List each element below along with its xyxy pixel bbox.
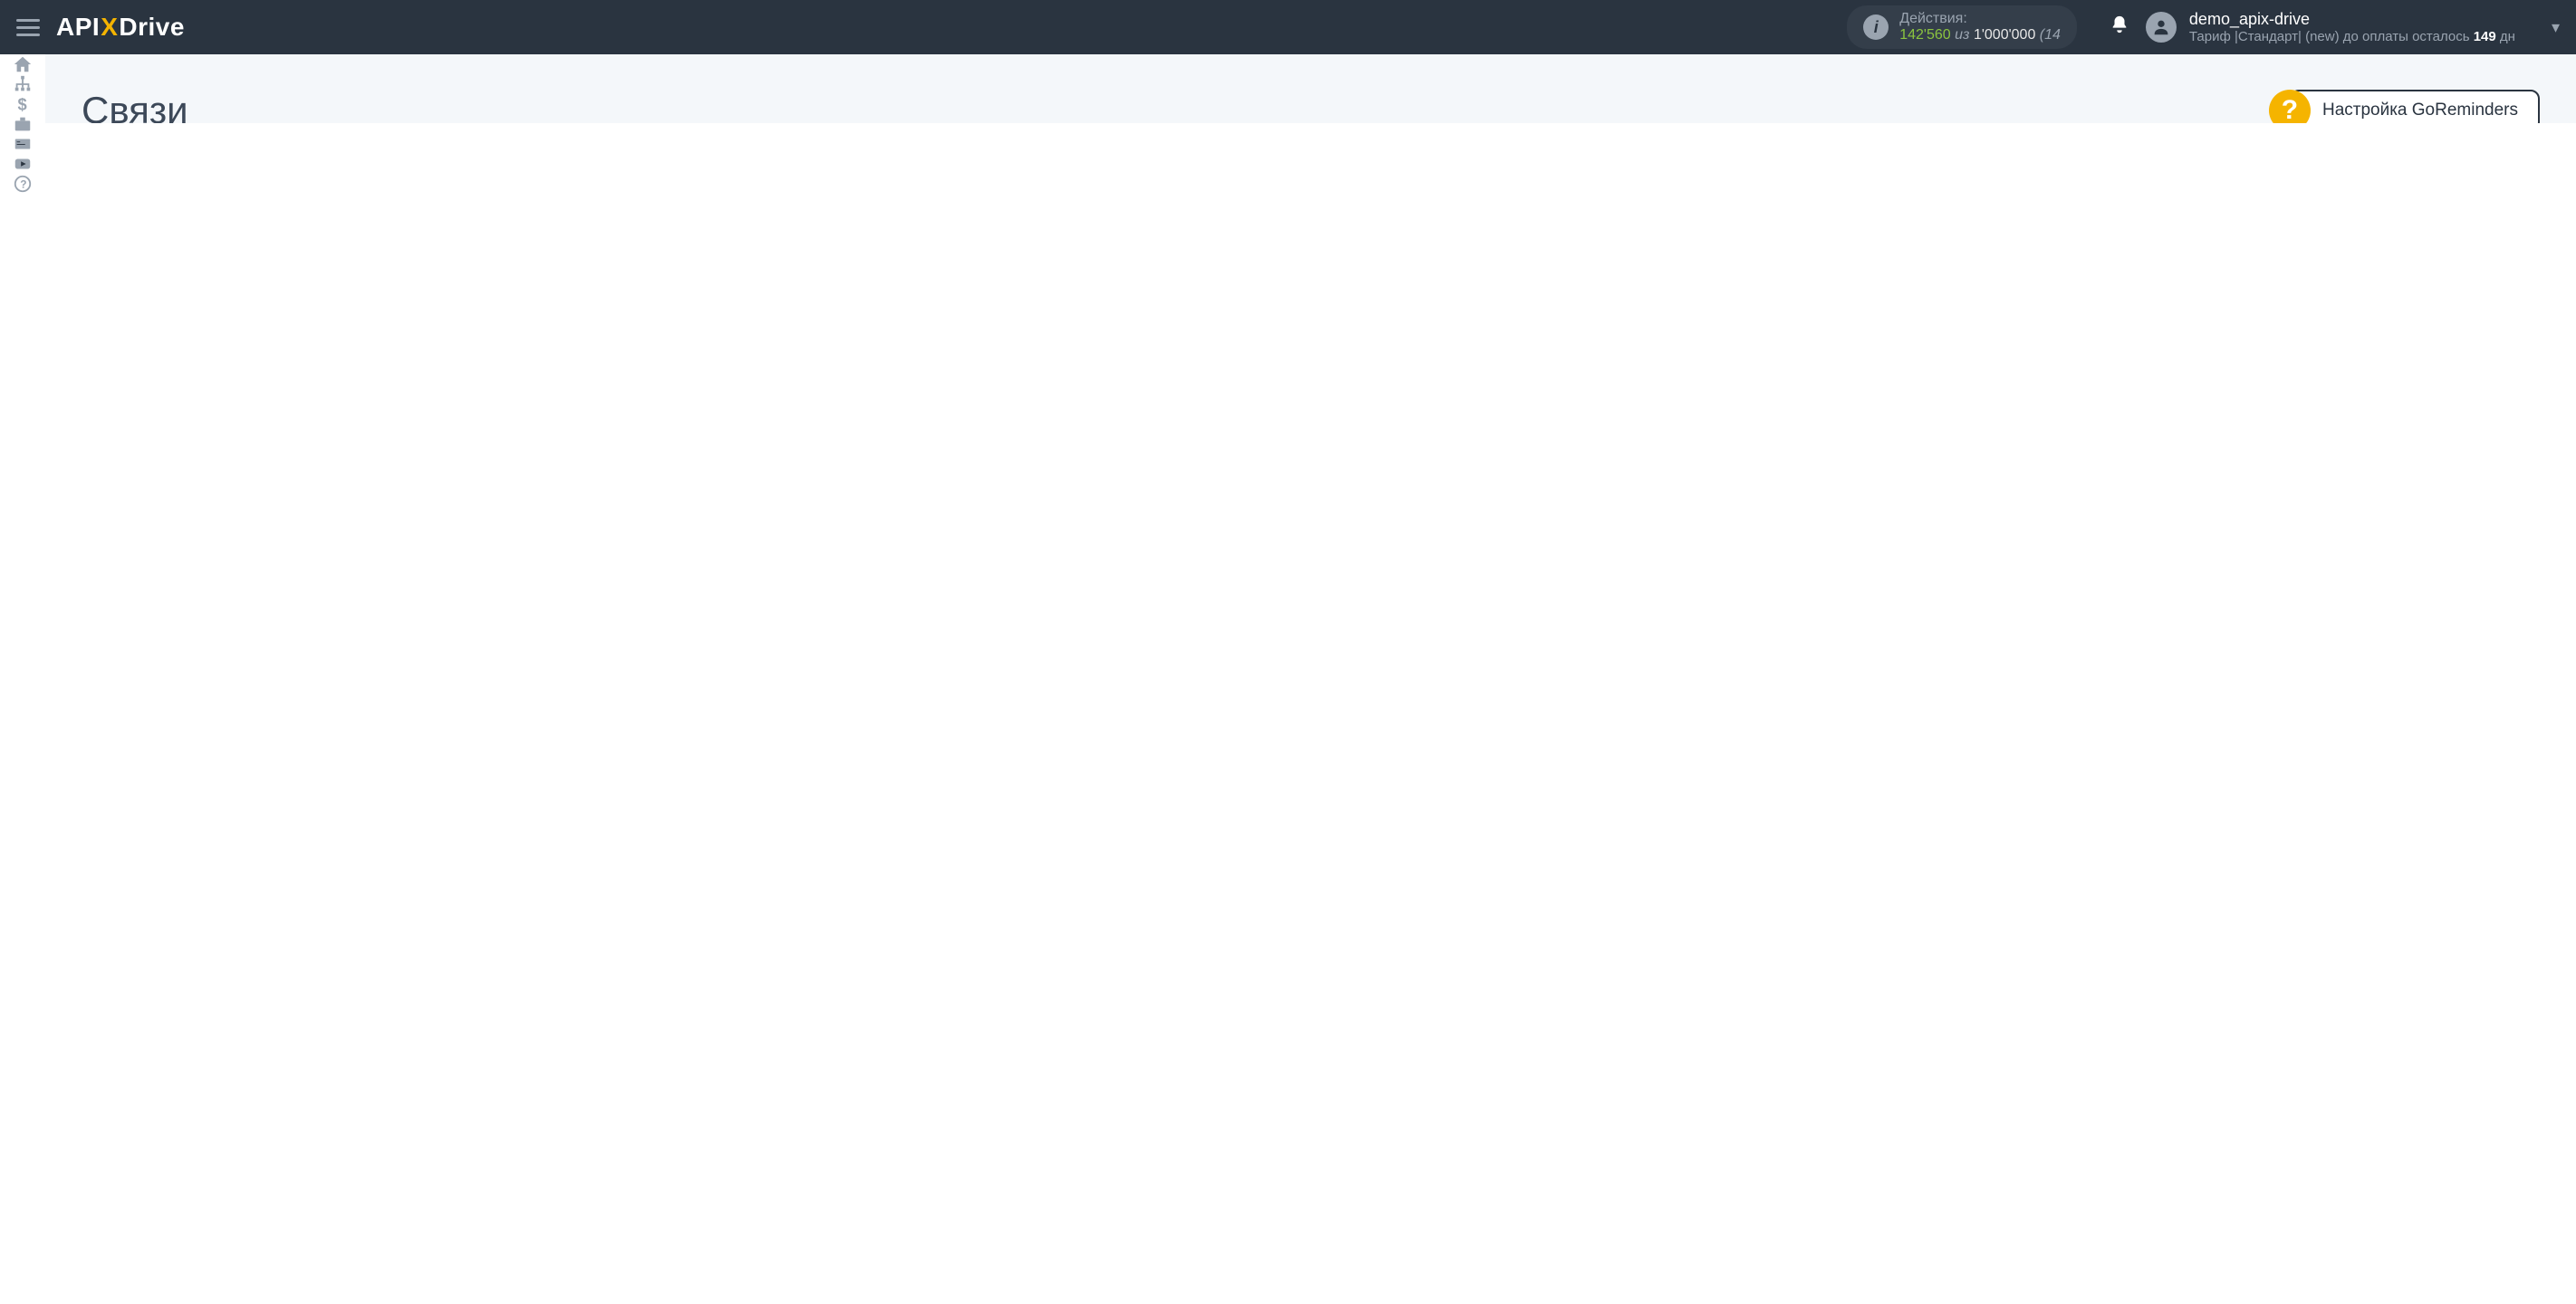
actions-label: Действия: — [1899, 11, 2061, 27]
logo[interactable]: APIXDrive — [56, 13, 185, 42]
actions-counter[interactable]: i Действия: 142'560 из 1'000'000 (14 — [1847, 5, 2077, 49]
sidebar-briefcase[interactable] — [0, 114, 45, 134]
chevron-down-icon: ▾ — [2552, 18, 2560, 37]
sidebar-home[interactable] — [0, 54, 45, 74]
sidebar-video[interactable] — [0, 154, 45, 174]
menu-icon[interactable] — [16, 19, 40, 36]
svg-text:$: $ — [18, 94, 27, 113]
help-badge-icon[interactable]: ? — [2269, 90, 2311, 123]
info-icon: i — [1863, 14, 1889, 40]
svg-text:?: ? — [20, 178, 26, 191]
logo-drive: Drive — [119, 13, 185, 41]
actions-numbers: 142'560 из 1'000'000 (14 — [1899, 27, 2061, 43]
tariff-text: Тариф |Стандарт| (new) до оплаты осталос… — [2189, 29, 2515, 44]
sidebar-help[interactable]: ? — [0, 174, 45, 194]
sidebar-connections[interactable] — [0, 74, 45, 94]
logo-x: X — [101, 13, 118, 41]
sidebar-card[interactable] — [0, 134, 45, 154]
help-button[interactable]: Настройка GoReminders — [2290, 90, 2540, 123]
sidebar-billing[interactable]: $ — [0, 94, 45, 114]
header: APIXDrive i Действия: 142'560 из 1'000'0… — [0, 0, 2576, 54]
avatar-icon — [2146, 12, 2177, 43]
main: Связи ? Настройка GoReminders Главная/ С… — [45, 54, 2576, 123]
bell-icon[interactable] — [2110, 14, 2129, 40]
username: demo_apix-drive — [2189, 10, 2515, 29]
user-block[interactable]: demo_apix-drive Тариф |Стандарт| (new) д… — [2146, 10, 2560, 44]
logo-api: API — [56, 13, 100, 41]
page-title: Связи — [82, 89, 188, 123]
